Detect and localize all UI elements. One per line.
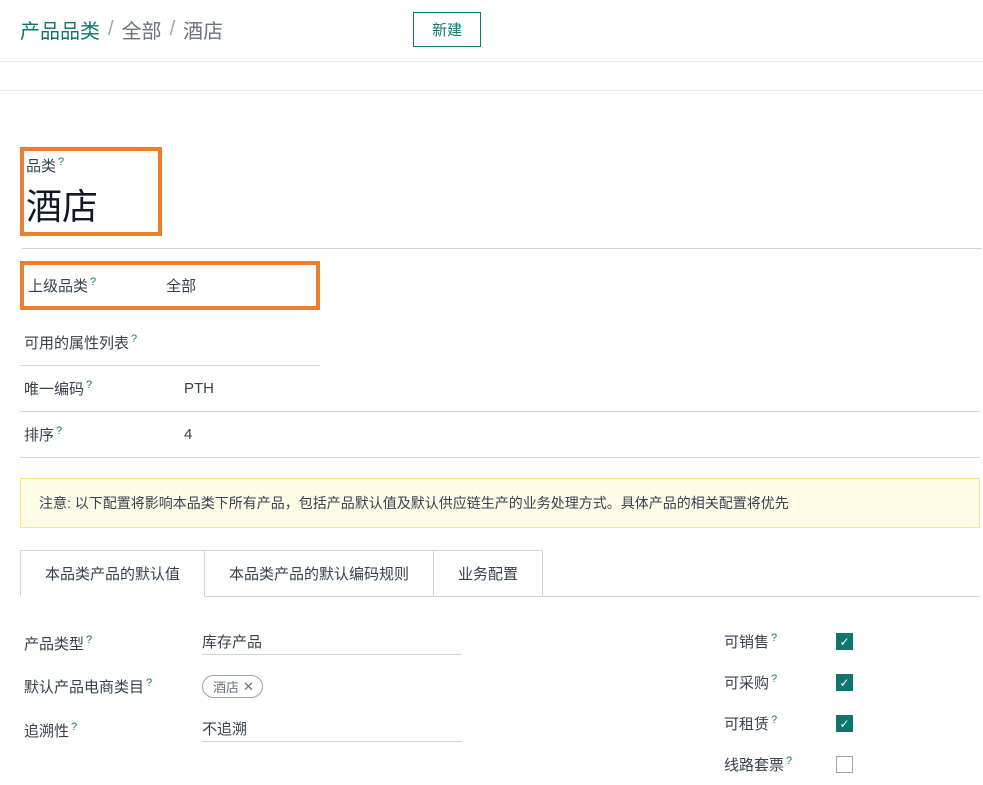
unique-code-value[interactable]: PTH [184, 380, 214, 397]
trace-value[interactable]: 不追溯 [202, 718, 462, 742]
unique-code-label: 唯一编码? [24, 378, 184, 399]
breadcrumb-leaf: 酒店 [183, 15, 223, 44]
tabs: 本品类产品的默认值 本品类产品的默认编码规则 业务配置 [20, 550, 980, 597]
sort-value[interactable]: 4 [184, 426, 192, 443]
product-type-value[interactable]: 库存产品 [202, 631, 462, 655]
trace-label: 追溯性? [24, 720, 202, 741]
route-ticket-checkbox[interactable] [836, 756, 853, 773]
parent-category-value[interactable]: 全部 [166, 275, 196, 296]
rentable-label: 可租赁? [724, 713, 796, 734]
breadcrumb-sep: / [170, 18, 176, 41]
tab-content-defaults: 产品类型? 库存产品 默认产品电商类目? 酒店 ✕ 追溯性? [20, 597, 980, 785]
sort-label: 排序? [24, 424, 184, 445]
category-label: 品类? [26, 155, 64, 176]
rentable-checkbox[interactable]: ✓ [836, 715, 853, 732]
tab-defaults[interactable]: 本品类产品的默认值 [20, 550, 205, 597]
product-type-label: 产品类型? [24, 633, 202, 654]
category-value[interactable]: 酒店 [26, 178, 98, 230]
tab-business-config[interactable]: 业务配置 [433, 550, 543, 597]
attr-list-label: 可用的属性列表? [24, 332, 184, 353]
notice-text: 注意: 以下配置将影响本品类下所有产品，包括产品默认值及默认供应链生产的业务处理… [20, 478, 980, 528]
divider [22, 248, 982, 249]
purchasable-label: 可采购? [724, 672, 796, 693]
sellable-checkbox[interactable]: ✓ [836, 633, 853, 650]
category-highlight: 品类? 酒店 [20, 147, 162, 236]
parent-category-label: 上级品类? [28, 275, 96, 296]
breadcrumb-mid[interactable]: 全部 [122, 15, 162, 44]
breadcrumb-root[interactable]: 产品品类 [20, 15, 100, 44]
new-button[interactable]: 新建 [413, 12, 481, 47]
sellable-label: 可销售? [724, 631, 796, 652]
route-ticket-label: 线路套票? [724, 754, 796, 775]
tab-coding-rules[interactable]: 本品类产品的默认编码规则 [204, 550, 434, 597]
ecat-tag-text: 酒店 [213, 677, 239, 696]
ecat-tag[interactable]: 酒店 ✕ [202, 675, 263, 698]
ecat-label: 默认产品电商类目? [24, 676, 202, 697]
close-icon[interactable]: ✕ [243, 680, 254, 693]
breadcrumb-sep: / [108, 18, 114, 41]
breadcrumb: 产品品类 / 全部 / 酒店 [20, 15, 223, 44]
purchasable-checkbox[interactable]: ✓ [836, 674, 853, 691]
ecat-value[interactable]: 酒店 ✕ [202, 675, 402, 698]
parent-category-highlight: 上级品类? 全部 [20, 261, 320, 310]
